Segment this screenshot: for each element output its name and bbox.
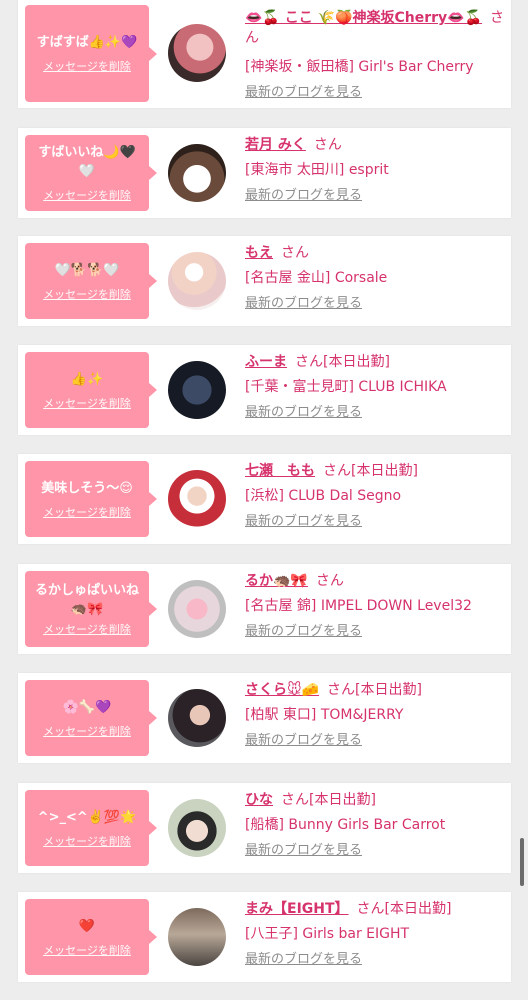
latest-blog-link[interactable]: 最新のブログを見る [245, 950, 362, 970]
avatar[interactable] [168, 24, 226, 82]
cast-name-link[interactable]: 👄🍒 ここ 🌾🍑神楽坂Cherry👄🍒 [245, 10, 482, 26]
honorific: さん [295, 354, 323, 370]
shop-name: [名古屋 金山] Corsale [245, 270, 388, 286]
avatar[interactable] [168, 144, 226, 202]
message-text: ❤️ [78, 918, 96, 934]
message-bubble: ^>_<^✌️💯🌟 メッセージを削除 [25, 790, 157, 866]
avatar[interactable] [168, 908, 226, 966]
shop-name: [名古屋 錦] IMPEL DOWN Level32 [245, 598, 472, 614]
message-text: 🤍🐕🐕🤍 [54, 262, 120, 278]
honorific: さん [313, 137, 342, 153]
avatar[interactable] [168, 799, 226, 857]
message-text: 美味しそう〜😌 [41, 480, 133, 496]
shop-name: [船橋] Bunny Girls Bar Carrot [245, 817, 446, 833]
message-bubble: 🌸🦴💜 メッセージを削除 [25, 680, 157, 756]
cast-name-link[interactable]: まみ【EIGHT】 [245, 901, 349, 917]
cast-name-link[interactable]: 七瀬 もも [245, 463, 315, 479]
honorific: さん [315, 573, 344, 589]
latest-blog-link[interactable]: 最新のブログを見る [245, 294, 362, 314]
cast-name-link[interactable]: ふーま [245, 354, 287, 370]
scrollbar-thumb[interactable] [520, 838, 524, 886]
avatar[interactable] [168, 470, 226, 528]
status-badge: [本日出勤] [384, 901, 452, 917]
status-badge: [本日出勤] [351, 463, 418, 479]
message-bubble: 美味しそう〜😌 メッセージを削除 [25, 461, 157, 537]
cast-name-link[interactable]: ひな [245, 792, 273, 808]
list-item: 🤍🐕🐕🤍 メッセージを削除 もえ さん [名古屋 金山] Corsale 最新のブ… [18, 236, 511, 326]
cast-name-link[interactable]: るか🦔🎀 [245, 573, 308, 589]
latest-blog-link[interactable]: 最新のブログを見る [245, 841, 362, 861]
message-bubble: ❤️ メッセージを削除 [25, 899, 157, 975]
cast-name-link[interactable]: さくら🐭🧀 [245, 682, 319, 698]
latest-blog-link[interactable]: 最新のブログを見る [245, 83, 362, 103]
delete-message-link[interactable]: メッセージを削除 [43, 187, 131, 203]
delete-message-link[interactable]: メッセージを削除 [43, 286, 131, 302]
list-item: すばいいね🌙🖤🤍 メッセージを削除 若月 みく さん [東海市 太田川] espr… [18, 128, 511, 218]
message-bubble: すばいいね🌙🖤🤍 メッセージを削除 [25, 135, 157, 211]
delete-message-link[interactable]: メッセージを削除 [43, 833, 131, 849]
delete-message-link[interactable]: メッセージを削除 [43, 58, 131, 74]
honorific: さん [281, 792, 309, 808]
shop-name: [東海市 太田川] esprit [245, 162, 389, 178]
message-bubble: るかしゅぱいいね🦔🎀 メッセージを削除 [25, 571, 157, 647]
latest-blog-link[interactable]: 最新のブログを見る [245, 622, 362, 642]
shop-name: [神楽坂・飯田橋] Girl's Bar Cherry [245, 59, 474, 75]
honorific: さん [281, 245, 309, 261]
list-item: 👍✨ メッセージを削除 ふーま さん[本日出勤] [千葉・富士見町] CLUB I… [18, 345, 511, 435]
message-bubble: すばすば👍✨💜 メッセージを削除 [25, 5, 157, 102]
avatar[interactable] [168, 580, 226, 638]
honorific: さん [323, 463, 351, 479]
status-badge: [本日出勤] [309, 792, 376, 808]
honorific: さん [356, 901, 385, 917]
shop-name: [柏駅 東口] TOM&JERRY [245, 707, 404, 723]
delete-message-link[interactable]: メッセージを削除 [43, 942, 131, 958]
shop-name: [千葉・富士見町] CLUB ICHIKA [245, 379, 447, 395]
message-text: ^>_<^✌️💯🌟 [37, 809, 137, 825]
message-text: るかしゅぱいいね🦔🎀 [34, 583, 139, 617]
shop-name: [浜松] CLUB Dal Segno [245, 488, 402, 504]
cast-name-link[interactable]: 若月 みく [245, 137, 306, 153]
shop-name: [八王子] Girls bar EIGHT [245, 926, 410, 942]
latest-blog-link[interactable]: 最新のブログを見る [245, 186, 362, 206]
status-badge: [本日出勤] [355, 682, 422, 698]
list-item: 美味しそう〜😌 メッセージを削除 七瀬 もも さん[本日出勤] [浜松] CLUB… [18, 454, 511, 544]
latest-blog-link[interactable]: 最新のブログを見る [245, 512, 362, 532]
honorific: さん [327, 682, 356, 698]
list-item: るかしゅぱいいね🦔🎀 メッセージを削除 るか🦔🎀 さん [名古屋 錦] IMPEL… [18, 564, 511, 654]
message-text: 🌸🦴💜 [62, 699, 112, 715]
latest-blog-link[interactable]: 最新のブログを見る [245, 403, 362, 423]
message-bubble: 👍✨ メッセージを削除 [25, 352, 157, 428]
list-item: ❤️ メッセージを削除 まみ【EIGHT】 さん[本日出勤] [八王子] Girl… [18, 892, 511, 982]
delete-message-link[interactable]: メッセージを削除 [43, 621, 131, 637]
list-item: 🌸🦴💜 メッセージを削除 さくら🐭🧀 さん[本日出勤] [柏駅 東口] TOM&J… [18, 673, 511, 763]
latest-blog-link[interactable]: 最新のブログを見る [245, 731, 362, 751]
avatar[interactable] [168, 689, 226, 747]
delete-message-link[interactable]: メッセージを削除 [43, 504, 131, 520]
cast-name-link[interactable]: もえ [245, 245, 273, 261]
avatar[interactable] [168, 252, 226, 310]
avatar[interactable] [168, 361, 226, 419]
status-badge: [本日出勤] [323, 354, 390, 370]
delete-message-link[interactable]: メッセージを削除 [43, 723, 131, 739]
message-text: 👍✨ [70, 371, 104, 387]
message-text: すばすば👍✨💜 [36, 35, 138, 50]
message-text: すばいいね🌙🖤🤍 [38, 145, 136, 179]
list-item: ^>_<^✌️💯🌟 メッセージを削除 ひな さん[本日出勤] [船橋] Bunny… [18, 783, 511, 873]
message-bubble: 🤍🐕🐕🤍 メッセージを削除 [25, 243, 157, 319]
delete-message-link[interactable]: メッセージを削除 [43, 395, 131, 411]
list-item: すばすば👍✨💜 メッセージを削除 👄🍒 ここ 🌾🍑神楽坂Cherry👄🍒 さん [… [18, 0, 511, 108]
